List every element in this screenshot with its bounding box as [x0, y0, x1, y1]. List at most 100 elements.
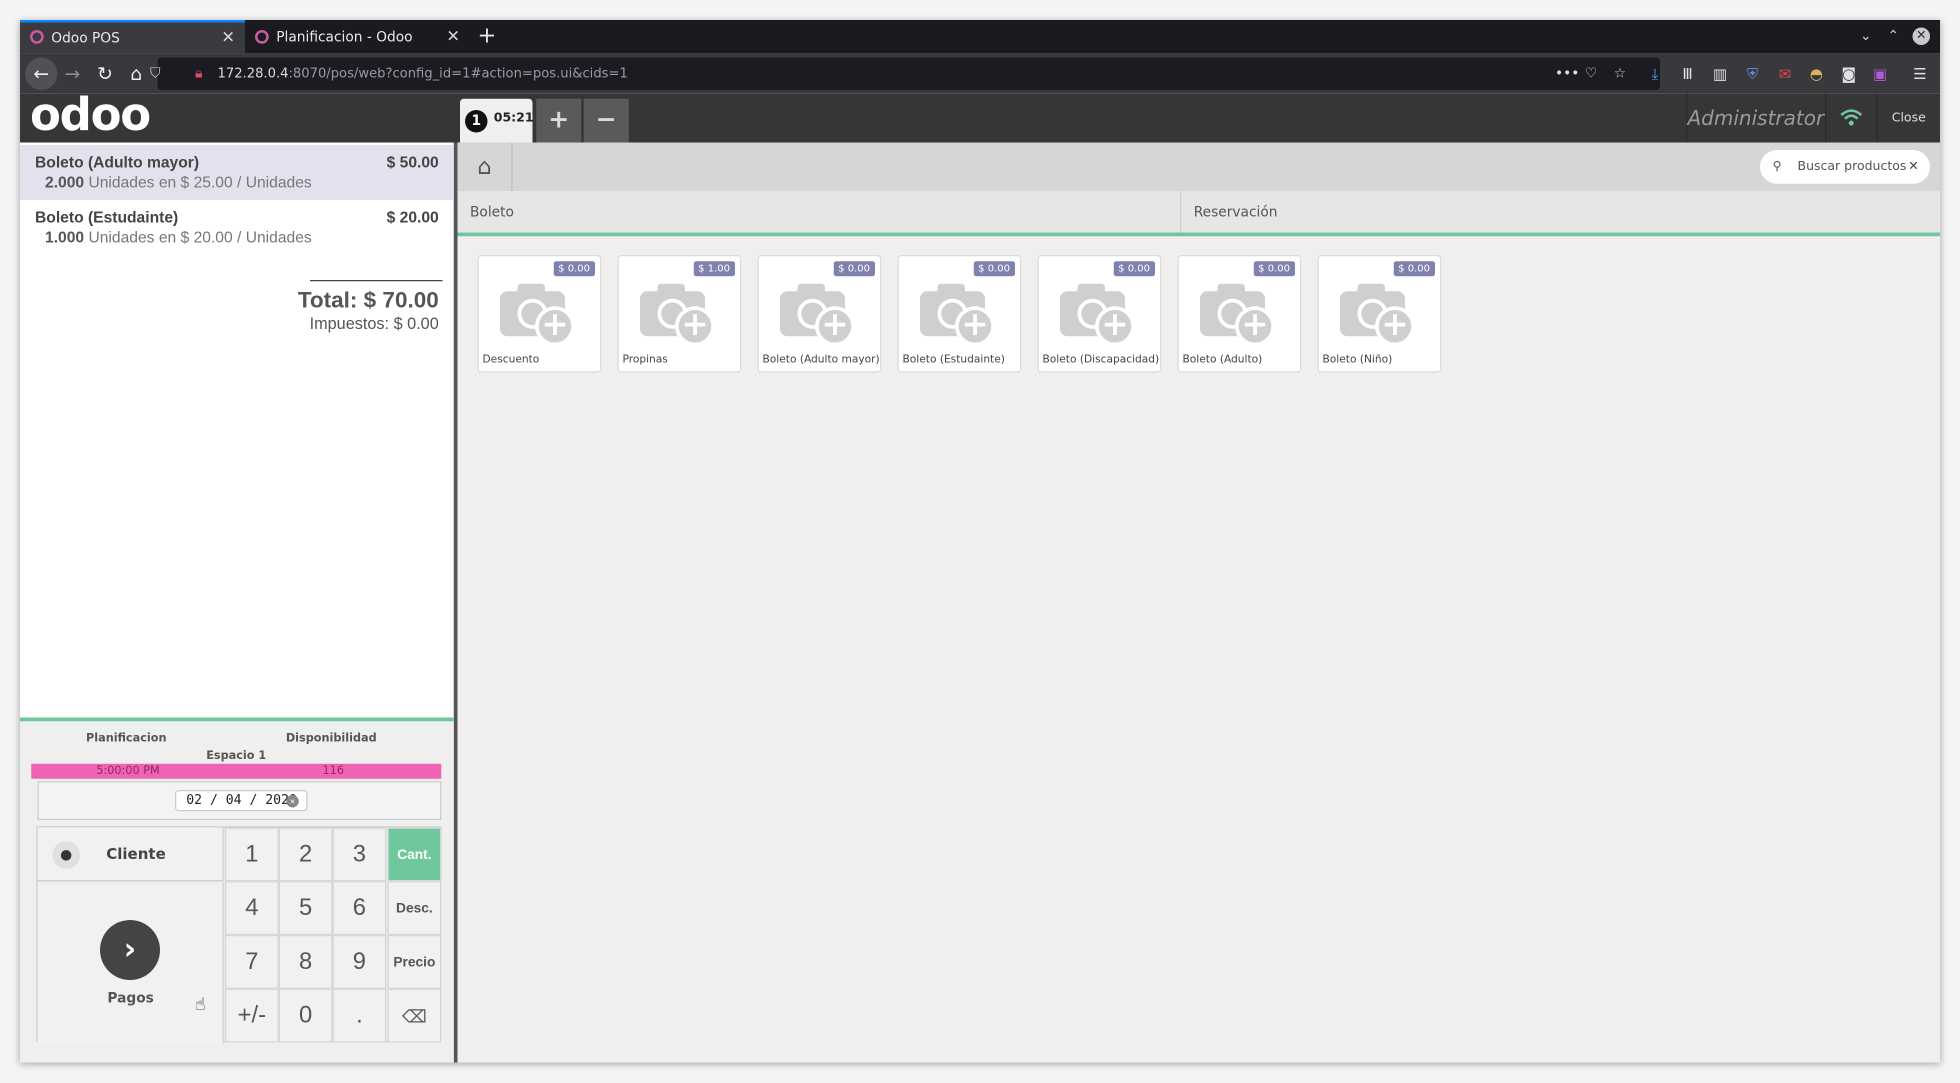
camera-placeholder-icon: +: [1200, 281, 1278, 347]
shield-icon[interactable]: ⛉: [150, 65, 160, 83]
product-card[interactable]: $ 0.00 + Boleto (Adulto mayor): [757, 255, 882, 373]
browser-tab-odoo-pos[interactable]: Odoo POS ✕: [20, 20, 245, 54]
new-tab-icon[interactable]: +: [478, 23, 497, 51]
pos-header: odoo 1 05:21 + − Administrator Close: [20, 93, 1940, 143]
backspace-icon[interactable]: ⌫: [387, 988, 442, 1043]
window-close-icon[interactable]: ✕: [1912, 27, 1930, 45]
close-button[interactable]: Close: [1876, 93, 1940, 143]
numpad-key-5[interactable]: 5: [278, 881, 333, 935]
order-line-price: $ 50.00: [386, 153, 439, 172]
camera-placeholder-icon: +: [1060, 281, 1138, 347]
numpad-key-6[interactable]: 6: [332, 881, 387, 935]
schedule-slot[interactable]: 5:00:00 PM 116: [31, 763, 442, 779]
close-tab-icon[interactable]: ✕: [221, 23, 235, 54]
insecure-lock-icon[interactable]: 🔒︎: [195, 65, 202, 83]
numpad: ● Cliente › Pagos ☝ 1 2 3 Cant. 4 5 6 De…: [36, 826, 442, 1044]
order-tab[interactable]: 1 05:21: [460, 98, 534, 143]
clear-search-icon[interactable]: ✕: [1908, 150, 1918, 184]
product-card[interactable]: $ 0.00 + Boleto (Estudainte): [897, 255, 1022, 373]
numpad-key-2[interactable]: 2: [278, 827, 333, 882]
order-line-qty: 1.000: [45, 228, 85, 247]
numpad-key-9[interactable]: 9: [332, 935, 387, 989]
bookmark-star-icon[interactable]: ☆: [1614, 65, 1626, 81]
order-taxes: Impuestos: $ 0.00: [309, 313, 439, 333]
camera-placeholder-icon: +: [640, 281, 718, 347]
product-card[interactable]: $ 0.00 + Boleto (Adulto): [1177, 255, 1302, 373]
product-name: Propinas: [622, 353, 668, 367]
extension-icon[interactable]: ▣: [1870, 64, 1890, 84]
browser-window: Odoo POS ✕ Planificacion - Odoo ✕ + ⌄ ⌃ …: [20, 20, 1940, 1063]
page-actions-icon[interactable]: •••: [1555, 65, 1579, 81]
customer-button[interactable]: ● Cliente: [37, 827, 224, 882]
minimize-icon[interactable]: ⌃: [1888, 28, 1900, 44]
product-card[interactable]: $ 1.00 + Propinas: [617, 255, 742, 373]
order-line-name: Boleto (Adulto mayor): [35, 153, 200, 172]
library-icon[interactable]: Ⅲ: [1678, 64, 1698, 84]
bitwarden-icon[interactable]: ⛨: [1743, 64, 1763, 84]
product-name: Boleto (Discapacidad): [1042, 353, 1160, 367]
home-category-icon[interactable]: ⌂: [458, 142, 513, 192]
numpad-key-sign[interactable]: +/-: [225, 988, 279, 1043]
reload-icon[interactable]: ↻: [93, 61, 118, 86]
product-card[interactable]: $ 0.00 + Boleto (Discapacidad): [1037, 255, 1162, 373]
date-input[interactable]: 02 / 04 / 2020 ✕: [175, 790, 308, 812]
order-line[interactable]: Boleto (Adulto mayor) $ 50.00 2.000 Unid…: [20, 145, 454, 200]
camera-placeholder-icon: +: [500, 281, 578, 347]
product-card[interactable]: $ 0.00 + Boleto (Niño): [1317, 255, 1442, 373]
availability-col-header: Disponibilidad: [285, 732, 377, 746]
product-price: $ 0.00: [833, 261, 875, 277]
product-price: $ 0.00: [553, 261, 595, 277]
category-boleto[interactable]: Boleto: [458, 191, 1182, 233]
menu-icon[interactable]: ☰: [1910, 64, 1930, 84]
home-icon[interactable]: ⌂: [124, 61, 149, 86]
numpad-key-0[interactable]: 0: [278, 988, 333, 1043]
new-order-button[interactable]: +: [536, 98, 582, 143]
numpad-key-4[interactable]: 4: [225, 881, 279, 935]
order-line-qty: 2.000: [45, 173, 85, 192]
category-reservacion[interactable]: Reservación: [1181, 191, 1940, 232]
browser-tab-bar: Odoo POS ✕ Planificacion - Odoo ✕ + ⌄ ⌃ …: [20, 20, 1940, 54]
url-host: 172.28.0.4: [217, 66, 289, 82]
search-input[interactable]: ⚲ Buscar productos ✕: [1760, 150, 1930, 184]
product-price: $ 0.00: [1253, 261, 1295, 277]
camera-placeholder-icon: +: [780, 281, 858, 347]
url-bar[interactable]: ⛉ 🔒︎ 172.28.0.4:8070/pos/web?config_id=1…: [150, 57, 1660, 90]
order-line-price: $ 20.00: [386, 208, 439, 227]
product-price: $ 0.00: [1113, 261, 1155, 277]
numpad-key-8[interactable]: 8: [278, 935, 333, 989]
numpad-key-1[interactable]: 1: [225, 827, 279, 882]
back-icon[interactable]: ←: [29, 61, 54, 86]
pocket-icon[interactable]: ♡: [1585, 65, 1597, 81]
mouse-cursor-icon: ☝: [195, 995, 206, 1015]
customer-label: Cliente: [106, 845, 166, 863]
username[interactable]: Administrator: [1686, 93, 1824, 143]
downloads-icon[interactable]: ⤓: [1645, 64, 1665, 84]
quantity-mode-button[interactable]: Cant.: [387, 827, 442, 882]
mail-extension-icon[interactable]: ✉: [1775, 64, 1795, 84]
forward-icon[interactable]: →: [60, 61, 85, 86]
category-bar: ⌂ ⚲ Buscar productos ✕: [457, 142, 1940, 192]
tab-list-icon[interactable]: ⌄: [1860, 28, 1872, 44]
product-card[interactable]: $ 0.00 + Descuento: [477, 255, 602, 373]
extension-icon[interactable]: ◓: [1806, 64, 1826, 84]
sidebar-icon[interactable]: ▥: [1710, 64, 1730, 84]
price-mode-button[interactable]: Precio: [387, 935, 442, 989]
order-line[interactable]: Boleto (Estudainte) $ 20.00 1.000 Unidad…: [20, 200, 454, 255]
browser-tab-planificacion[interactable]: Planificacion - Odoo ✕: [245, 20, 470, 54]
discount-mode-button[interactable]: Desc.: [387, 881, 442, 935]
numpad-key-dot[interactable]: .: [332, 988, 387, 1043]
product-name: Boleto (Adulto): [1182, 353, 1263, 367]
clear-date-icon[interactable]: ✕: [286, 795, 299, 808]
search-icon: ⚲: [1772, 160, 1782, 174]
payment-button[interactable]: › Pagos ☝: [37, 882, 224, 1044]
numpad-key-3[interactable]: 3: [332, 827, 387, 882]
delete-order-button[interactable]: −: [583, 98, 629, 143]
odoo-favicon-icon: [255, 30, 269, 44]
camera-placeholder-icon: +: [920, 281, 998, 347]
browser-nav-bar: ← → ↻ ⌂ ⛉ 🔒︎ 172.28.0.4:8070/pos/web?con…: [20, 53, 1940, 94]
odoo-favicon-icon: [30, 30, 44, 44]
numpad-key-7[interactable]: 7: [225, 935, 279, 989]
close-tab-icon[interactable]: ✕: [446, 20, 460, 54]
extension-icon[interactable]: ◙: [1839, 64, 1859, 84]
category-tabs: Boleto Reservación: [457, 191, 1940, 237]
